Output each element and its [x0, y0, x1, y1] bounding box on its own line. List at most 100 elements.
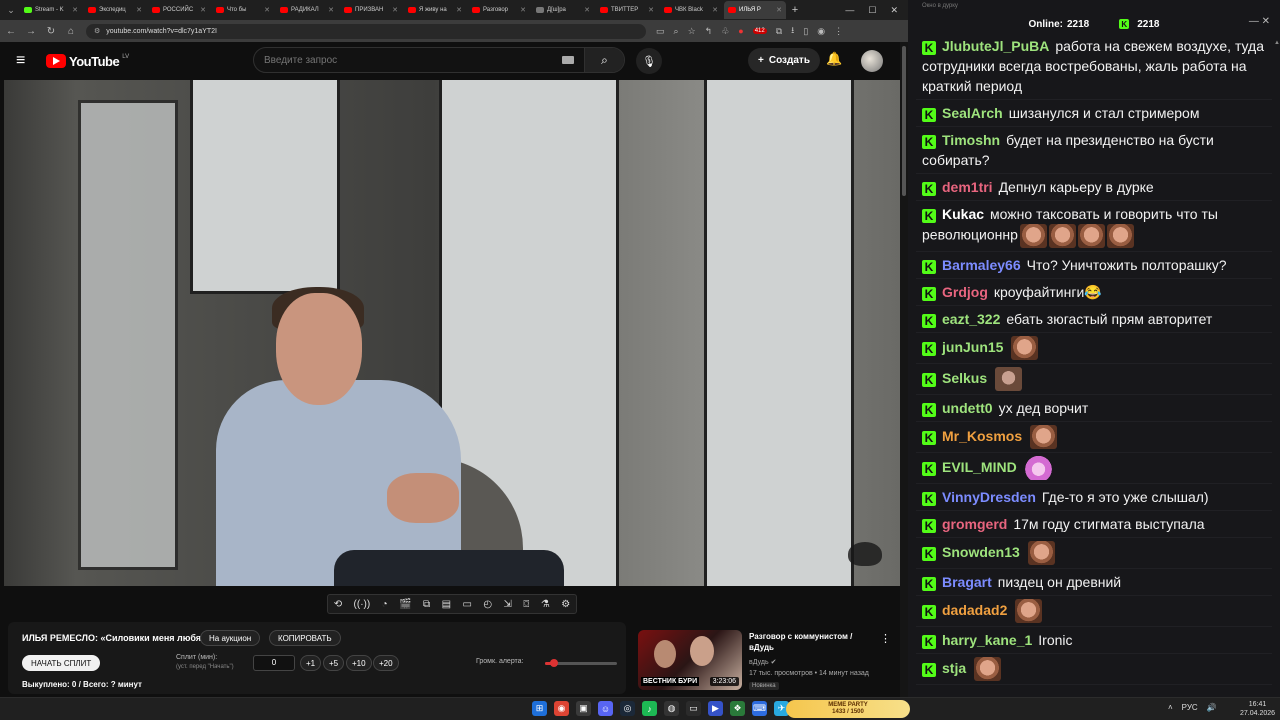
video-title[interactable]: Разговор с коммунистом / вДудь	[749, 631, 869, 653]
chat-username[interactable]: Selkus	[942, 370, 987, 386]
tab-close-icon[interactable]: ✕	[584, 6, 590, 14]
new-tab-button[interactable]: +	[788, 4, 802, 16]
chat-username[interactable]: harry_kane_1	[942, 632, 1032, 648]
gauge-icon[interactable]: ◴	[483, 599, 492, 610]
tab[interactable]: Экспедиц ✕	[84, 1, 146, 19]
create-button[interactable]: + Создать	[748, 48, 820, 73]
tab[interactable]: РОССИЙС ✕	[148, 1, 210, 19]
chat-window-controls[interactable]: — ✕	[1249, 16, 1270, 27]
tray-chevron-icon[interactable]: ˄	[1168, 703, 1173, 712]
chat-username[interactable]: gromgerd	[942, 516, 1007, 532]
split-minutes-input[interactable]: 0	[253, 655, 295, 671]
clock[interactable]: 16:41 27.04.2026	[1240, 700, 1275, 718]
taskview-icon[interactable]: ▣	[576, 701, 591, 716]
video-player[interactable]	[4, 80, 900, 586]
alert-volume-slider[interactable]	[545, 659, 617, 667]
spotify-icon[interactable]: ♪	[642, 701, 657, 716]
extension-icon[interactable]: ♧	[721, 26, 729, 37]
slider-knob[interactable]	[550, 659, 559, 667]
chat-username[interactable]: dadadad2	[942, 602, 1007, 618]
tab-close-icon[interactable]: ✕	[520, 6, 526, 14]
bookmark-star-icon[interactable]: ☆	[688, 26, 696, 37]
chat-username[interactable]: SealArch	[942, 105, 1003, 121]
chat-username[interactable]: Grdjog	[942, 284, 988, 300]
notifications-bell-icon[interactable]: 🔔	[826, 51, 842, 67]
chat-username[interactable]: JlubuteJl_PuBA	[942, 38, 1049, 54]
tab[interactable]: РАДИКАЛ ✕	[276, 1, 338, 19]
step-button-5[interactable]: +5	[323, 655, 345, 671]
tab[interactable]: Я живу на ✕	[404, 1, 466, 19]
chat-scrollbar[interactable]: ▲	[1274, 40, 1280, 690]
tab-close-icon[interactable]: ✕	[648, 6, 654, 14]
tab[interactable]: ИЛЬЯ Р ✕	[724, 1, 786, 19]
chat-username[interactable]: Timoshn	[942, 132, 1000, 148]
steam-icon[interactable]: ◎	[620, 701, 635, 716]
tab[interactable]: Stream - K ✕	[20, 1, 82, 19]
maximize-icon[interactable]: ☐	[868, 5, 876, 16]
download-icon[interactable]: ⭳	[791, 23, 794, 39]
youtube-logo[interactable]: YouTube LV	[46, 54, 129, 69]
video-thumbnail[interactable]: ВЕСТНИК БУРИ 3:23:06	[638, 630, 742, 690]
screenshot-icon[interactable]: ⌼	[523, 599, 529, 610]
puzzle-icon[interactable]: ⧉	[776, 26, 782, 37]
avatar[interactable]	[861, 50, 883, 72]
speed-icon[interactable]: ◔	[382, 599, 388, 610]
chat-username[interactable]: junJun15	[942, 339, 1003, 355]
chat-username[interactable]: stja	[942, 660, 966, 676]
more-actions-icon[interactable]: ⋮	[880, 632, 891, 645]
flask-icon[interactable]: ⚗	[541, 599, 550, 610]
home-icon[interactable]: ⌂	[66, 26, 76, 37]
chat-username[interactable]: Kukac	[942, 206, 984, 222]
auction-button[interactable]: На аукцион	[200, 630, 261, 646]
app-green-icon[interactable]: ❖	[730, 701, 745, 716]
url-field[interactable]: ⚙ youtube.com/watch?v=dlc7y1aYT2I	[86, 23, 646, 39]
chat-username[interactable]: dem1tri	[942, 179, 993, 195]
recommended-video[interactable]: ВЕСТНИК БУРИ 3:23:06 Разговор с коммунис…	[638, 630, 900, 692]
subtitle-icon[interactable]: ▭	[462, 599, 471, 610]
chat-username[interactable]: Bragart	[942, 574, 992, 590]
channel-watermark-icon[interactable]	[848, 542, 882, 566]
tab[interactable]: ЧВК Black ✕	[660, 1, 722, 19]
extension-badge-icon[interactable]: ●	[738, 26, 743, 36]
chat-username[interactable]: Mr_Kosmos	[942, 428, 1022, 444]
tab-close-icon[interactable]: ✕	[264, 6, 270, 14]
player-icon[interactable]: ▶	[708, 701, 723, 716]
menu-dots-icon[interactable]: ⋮	[834, 26, 843, 37]
tab[interactable]: Д[ш]ра ✕	[532, 1, 594, 19]
tab-close-icon[interactable]: ✕	[392, 6, 398, 14]
back-icon[interactable]: ←	[6, 26, 16, 37]
chat-username[interactable]: undett0	[942, 400, 993, 416]
tab-search-icon[interactable]: ⌄	[4, 3, 18, 17]
loop-icon[interactable]: ⟲	[334, 599, 342, 610]
video-editor-icon[interactable]: ▭	[686, 701, 701, 716]
discord-icon[interactable]: ☺	[598, 701, 613, 716]
reload-icon[interactable]: ↻	[46, 26, 56, 37]
film-icon[interactable]: ▤	[442, 599, 451, 610]
tab[interactable]: ТВИТТЕР ✕	[596, 1, 658, 19]
chat-username[interactable]: eazt_322	[942, 311, 1000, 327]
pip-icon[interactable]: ⧉	[423, 599, 430, 610]
keyboard-icon[interactable]	[562, 56, 574, 64]
step-button-20[interactable]: +20	[373, 655, 399, 671]
profile-icon[interactable]: ◉	[817, 26, 825, 37]
settings-gear-icon[interactable]: ⚙	[561, 599, 570, 610]
meme-party-widget[interactable]: MEME PARTY 1433 / 1500	[786, 700, 910, 718]
chrome-icon[interactable]: ◉	[554, 701, 569, 716]
sidebar-icon[interactable]: ▯	[803, 26, 808, 37]
volume-icon[interactable]: 🔊	[1207, 703, 1217, 712]
tab[interactable]: ПРИЗВАН ✕	[340, 1, 402, 19]
close-icon[interactable]: ✕	[890, 5, 898, 16]
tab-close-icon[interactable]: ✕	[200, 6, 206, 14]
obs-icon[interactable]: ◍	[664, 701, 679, 716]
extension-arrow-icon[interactable]: ↰	[705, 26, 713, 37]
forward-icon[interactable]: →	[26, 26, 36, 37]
search-button[interactable]: ⌕	[584, 48, 624, 72]
tab-close-icon[interactable]: ✕	[136, 6, 142, 14]
terminal-icon[interactable]: ⌨	[752, 701, 767, 716]
voice-search-button[interactable]: 🎙	[636, 48, 662, 74]
site-info-icon[interactable]: ⚙	[94, 27, 100, 35]
scroll-up-icon[interactable]: ▲	[1274, 40, 1280, 48]
tab[interactable]: Что бы ✕	[212, 1, 274, 19]
step-button-1[interactable]: +1	[300, 655, 322, 671]
zoom-icon[interactable]: ⌕	[674, 26, 679, 37]
